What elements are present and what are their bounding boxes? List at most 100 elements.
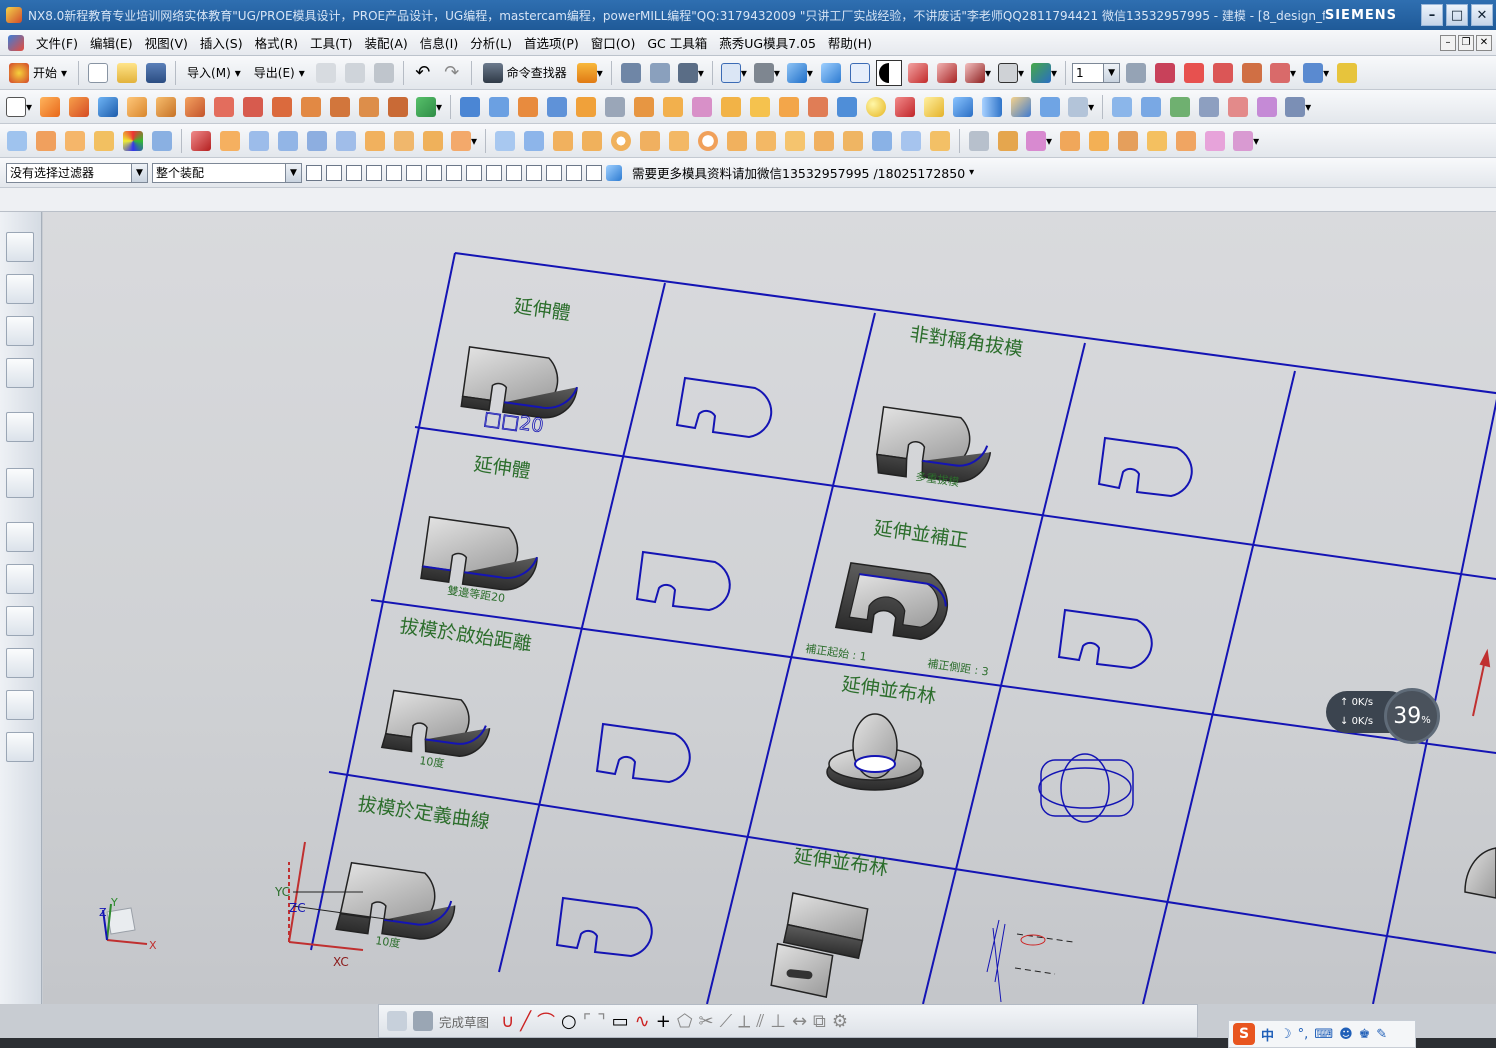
maximize-button[interactable]: □ [1446, 4, 1468, 26]
wireframe-view-button[interactable] [847, 60, 873, 86]
menu-yanxiu-mold[interactable]: 燕秀UG模具7.05 [713, 33, 822, 52]
point-button[interactable]: ▾ [1268, 60, 1298, 86]
cylinder-pin-button[interactable] [927, 128, 953, 154]
point-icon[interactable]: + [656, 1011, 671, 1032]
assembly-navigator-button[interactable] [6, 232, 34, 262]
plate-button[interactable] [898, 128, 924, 154]
pin-button[interactable] [782, 128, 808, 154]
menu-view[interactable]: 视图(V) [139, 33, 194, 52]
fit-view-button[interactable]: ▾ [719, 60, 749, 86]
close-button[interactable]: ✕ [1471, 4, 1493, 26]
snap-quadrant-icon[interactable] [546, 164, 562, 181]
menu-information[interactable]: 信息(I) [414, 33, 464, 52]
l-bracket-button[interactable] [811, 128, 837, 154]
beam-button[interactable] [637, 128, 663, 154]
sheet-button[interactable] [1008, 94, 1034, 120]
datum-plane-button[interactable] [1239, 60, 1265, 86]
menu-window[interactable]: 窗口(O) [585, 33, 642, 52]
minimize-button[interactable]: – [1421, 4, 1443, 26]
measure-button[interactable] [149, 128, 175, 154]
surface-3-button[interactable] [1167, 94, 1193, 120]
move-object-button[interactable] [647, 60, 673, 86]
mirror-curve-button[interactable] [333, 128, 359, 154]
menu-edit[interactable]: 编辑(E) [84, 33, 139, 52]
menu-insert[interactable]: 插入(S) [194, 33, 249, 52]
copy-button[interactable] [342, 60, 368, 86]
polygon-button[interactable] [275, 128, 301, 154]
intersection-curve-button[interactable] [91, 128, 117, 154]
tube-button[interactable] [776, 94, 802, 120]
add-point-button[interactable] [521, 128, 547, 154]
menu-help[interactable]: 帮助(H) [822, 33, 878, 52]
trim-body-button[interactable] [602, 94, 628, 120]
cut-button[interactable] [313, 60, 339, 86]
system-materials-button[interactable] [6, 564, 34, 594]
menu-gc-toolbox[interactable]: GC 工具箱 [641, 33, 713, 52]
mold-tool-4-button[interactable] [1057, 128, 1083, 154]
trim-icon[interactable]: ✂ [699, 1011, 714, 1032]
arc-icon[interactable]: ⌒ [537, 1008, 555, 1034]
constraints-icon[interactable]: ⊥ [770, 1011, 786, 1032]
mdi-close-button[interactable]: ✕ [1476, 34, 1492, 51]
snap-endpoint-icon[interactable] [426, 164, 442, 181]
hd3d-tools-button[interactable] [6, 412, 34, 442]
save-button[interactable] [143, 60, 169, 86]
box-yellow-button[interactable] [921, 94, 947, 120]
export-menu[interactable]: 导出(E) ▾ [249, 60, 310, 86]
edge-blend-button[interactable] [457, 94, 483, 120]
mold-tool-1-button[interactable] [966, 128, 992, 154]
cylinder-button[interactable] [124, 94, 150, 120]
select-face-icon[interactable] [346, 164, 362, 181]
reuse-library-button[interactable] [6, 358, 34, 388]
system-scene-button[interactable] [6, 732, 34, 762]
history-button[interactable] [6, 522, 34, 552]
sweep-button[interactable] [747, 94, 773, 120]
gear-button[interactable] [608, 128, 634, 154]
assembly-scope-combo[interactable]: 整个装配 ▼ [152, 162, 302, 183]
line-icon[interactable]: ╱ [520, 1011, 531, 1032]
grid-snap-button[interactable] [492, 128, 518, 154]
f8-button[interactable] [420, 128, 446, 154]
sphere-button[interactable] [863, 94, 889, 120]
window-arrange-button[interactable]: ▾ [575, 60, 605, 86]
cone-button[interactable] [153, 94, 179, 120]
helix-button[interactable] [805, 94, 831, 120]
face-button[interactable] [1037, 94, 1063, 120]
finish-sketch-icon[interactable] [413, 1011, 433, 1031]
t-shape-button[interactable] [724, 128, 750, 154]
snap-view-button[interactable]: ▾ [676, 60, 706, 86]
moon-icon[interactable]: ☽ [1280, 1027, 1292, 1042]
layer-settings-button[interactable] [1123, 60, 1149, 86]
project-curve-button[interactable] [33, 128, 59, 154]
ime-language-toggle[interactable]: 中 [1261, 1025, 1274, 1044]
cylinder-blue-button[interactable] [979, 94, 1005, 120]
web-browser-button[interactable] [6, 468, 34, 498]
surface-5-button[interactable] [1225, 94, 1251, 120]
slot-button[interactable] [356, 94, 382, 120]
revolve-button[interactable] [66, 94, 92, 120]
shell-button[interactable] [515, 94, 541, 120]
new-file-button[interactable] [85, 60, 111, 86]
chamfer-button[interactable] [486, 94, 512, 120]
bracket-button[interactable] [550, 128, 576, 154]
wrench-icon[interactable]: ✎ [1376, 1027, 1387, 1042]
hole-button[interactable] [211, 94, 237, 120]
background-button[interactable]: ▾ [996, 60, 1026, 86]
t-beam-button[interactable] [666, 128, 692, 154]
polygon-icon[interactable]: ⬠ [677, 1011, 693, 1032]
spring-button[interactable] [753, 128, 779, 154]
snap-line-icon[interactable] [466, 164, 482, 181]
menu-format[interactable]: 格式(R) [249, 33, 304, 52]
selection-filter-combo[interactable]: 没有选择过滤器 ▼ [6, 162, 148, 183]
notice-chevron-icon[interactable]: ▾ [969, 167, 974, 178]
datum-axis-button[interactable] [1210, 60, 1236, 86]
select-tool-button[interactable] [618, 60, 644, 86]
scale-body-button[interactable] [689, 94, 715, 120]
network-monitor-widget[interactable]: ↑ 0K/s ↓ 0K/s 39% [1326, 688, 1444, 744]
offset-icon[interactable]: ⫽ [756, 1011, 764, 1032]
fillet-icon[interactable]: ⌜ [583, 1011, 591, 1032]
paste-button[interactable] [371, 60, 397, 86]
redo-button[interactable]: ↷ [439, 60, 465, 86]
boss-button[interactable] [240, 94, 266, 120]
red-cube-button[interactable] [905, 60, 931, 86]
